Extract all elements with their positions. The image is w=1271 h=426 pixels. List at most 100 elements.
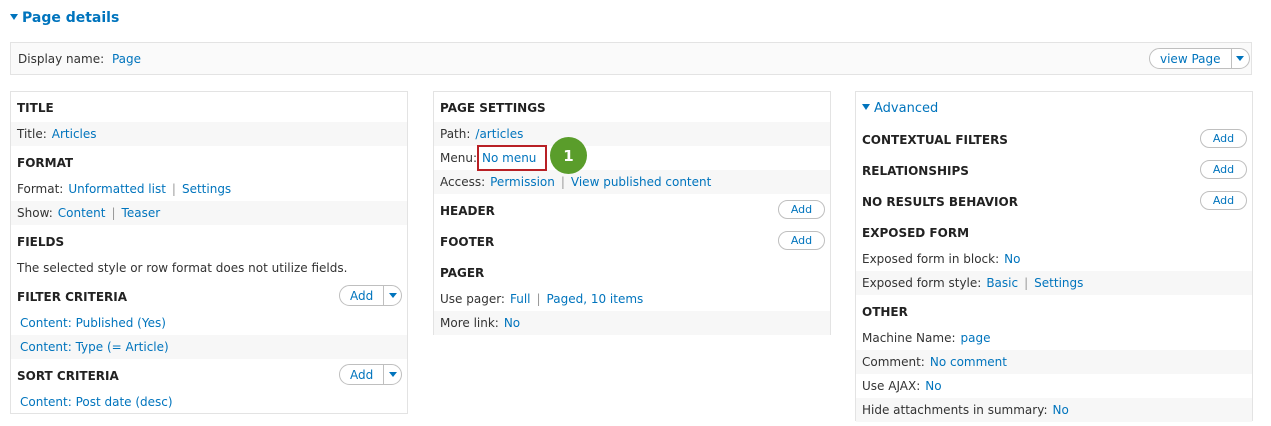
menu-highlight-box	[477, 145, 547, 171]
use-ajax-link[interactable]: No	[925, 379, 941, 393]
access-label: Access:	[440, 175, 486, 189]
pager-section-heading: PAGER	[434, 261, 830, 285]
column-advanced: Advanced CONTEXTUAL FILTERS Add RELATION…	[855, 91, 1253, 422]
comment-row: Comment: No comment	[856, 350, 1252, 374]
filter-add-button[interactable]: Add	[340, 286, 383, 305]
filter-item-row: Content: Type (= Article)	[11, 335, 407, 359]
filter-heading: FILTER CRITERIA	[17, 290, 128, 304]
separator: |	[536, 292, 541, 306]
header-section-heading: HEADER	[434, 199, 830, 223]
exposed-heading: EXPOSED FORM	[862, 226, 970, 240]
exposed-style-link[interactable]: Basic	[986, 276, 1018, 290]
separator: |	[111, 206, 116, 220]
no-results-add-button[interactable]: Add	[1200, 191, 1247, 210]
column-main: TITLE Title: Articles FORMAT Format: Unf…	[10, 91, 408, 414]
path-link[interactable]: /articles	[475, 127, 523, 141]
machine-name-label: Machine Name:	[862, 331, 956, 345]
use-pager-row: Use pager: Full | Paged, 10 items	[434, 287, 830, 311]
exposed-style-settings-link[interactable]: Settings	[1034, 276, 1083, 290]
no-results-heading: NO RESULTS BEHAVIOR	[862, 195, 1018, 209]
access-row: Access: Permission | View published cont…	[434, 170, 830, 194]
contextual-section-heading: CONTEXTUAL FILTERS	[856, 128, 1252, 152]
chevron-down-icon	[1236, 56, 1244, 61]
display-name-bar: Display name: Page view Page	[10, 42, 1252, 75]
use-pager-detail-link[interactable]: Paged, 10 items	[547, 292, 644, 306]
fields-note-row: The selected style or row format does no…	[11, 256, 407, 280]
more-link-link[interactable]: No	[504, 316, 520, 330]
comment-link[interactable]: No comment	[930, 355, 1007, 369]
title-row: Title: Articles	[11, 122, 407, 146]
sort-item-link[interactable]: Content: Post date (desc)	[20, 395, 173, 409]
separator: |	[560, 175, 565, 189]
format-section-heading: FORMAT	[11, 151, 407, 175]
relationships-heading: RELATIONSHIPS	[862, 164, 969, 178]
display-name-link[interactable]: Page	[112, 52, 141, 66]
page-settings-section-heading: PAGE SETTINGS	[434, 96, 830, 120]
use-ajax-label: Use AJAX:	[862, 379, 921, 393]
menu-label: Menu:	[440, 151, 477, 165]
separator: |	[1024, 276, 1029, 290]
use-pager-link[interactable]: Full	[510, 292, 531, 306]
path-row: Path: /articles	[434, 122, 830, 146]
filter-item-row: Content: Published (Yes)	[11, 311, 407, 335]
comment-label: Comment:	[862, 355, 925, 369]
show-label: Show:	[17, 206, 53, 220]
hide-attachments-link[interactable]: No	[1053, 403, 1069, 417]
view-page-button-group: view Page	[1149, 48, 1250, 69]
title-label: Title:	[17, 127, 47, 141]
format-settings-link[interactable]: Settings	[182, 182, 231, 196]
filter-add-button-group: Add	[339, 285, 403, 306]
contextual-heading: CONTEXTUAL FILTERS	[862, 133, 1008, 147]
fields-heading: FIELDS	[17, 235, 65, 249]
show-link[interactable]: Content	[58, 206, 106, 220]
header-add-button[interactable]: Add	[778, 200, 825, 219]
page-details-title: Page details	[22, 10, 120, 26]
hide-attachments-row: Hide attachments in summary: No	[856, 398, 1252, 422]
use-ajax-row: Use AJAX: No	[856, 374, 1252, 398]
chevron-down-icon	[388, 293, 397, 298]
exposed-block-link[interactable]: No	[1004, 252, 1020, 266]
format-link[interactable]: Unformatted list	[68, 182, 166, 196]
view-page-dropdown-button[interactable]	[1230, 49, 1249, 68]
access-link[interactable]: Permission	[490, 175, 555, 189]
filter-item-link[interactable]: Content: Published (Yes)	[20, 316, 166, 330]
view-page-button[interactable]: view Page	[1150, 49, 1231, 68]
exposed-section-heading: EXPOSED FORM	[856, 221, 1252, 245]
path-label: Path:	[440, 127, 471, 141]
page-settings-heading: PAGE SETTINGS	[440, 101, 546, 115]
filter-add-dropdown-button[interactable]	[383, 286, 401, 305]
sort-heading: SORT CRITERIA	[17, 369, 119, 383]
advanced-label[interactable]: Advanced	[874, 101, 938, 116]
sort-item-row: Content: Post date (desc)	[11, 390, 407, 414]
exposed-style-row: Exposed form style: Basic | Settings	[856, 271, 1252, 295]
filter-item-link[interactable]: Content: Type (= Article)	[20, 340, 169, 354]
access-permission-link[interactable]: View published content	[571, 175, 711, 189]
relationships-section-heading: RELATIONSHIPS	[856, 159, 1252, 183]
format-heading: FORMAT	[17, 156, 74, 170]
more-link-label: More link:	[440, 316, 499, 330]
format-row: Format: Unformatted list | Settings	[11, 177, 407, 201]
separator: |	[171, 182, 176, 196]
sort-add-dropdown-button[interactable]	[383, 365, 401, 384]
format-label: Format:	[17, 182, 64, 196]
relationships-add-button[interactable]: Add	[1200, 160, 1247, 179]
fields-section-heading: FIELDS	[11, 230, 407, 254]
display-name: Display name: Page	[18, 52, 141, 66]
sort-add-button-group: Add	[339, 364, 403, 385]
fields-note: The selected style or row format does no…	[17, 261, 348, 275]
collapse-triangle-icon	[862, 104, 870, 110]
page-details-toggle[interactable]: Page details	[10, 10, 119, 26]
exposed-block-label: Exposed form in block:	[862, 252, 1000, 266]
show-mode-link[interactable]: Teaser	[122, 206, 161, 220]
exposed-style-label: Exposed form style:	[862, 276, 982, 290]
advanced-toggle[interactable]: Advanced	[856, 96, 1252, 120]
display-name-label: Display name:	[18, 52, 105, 66]
footer-section-heading: FOOTER	[434, 230, 830, 254]
machine-name-link[interactable]: page	[961, 331, 991, 345]
footer-add-button[interactable]: Add	[778, 231, 825, 250]
pager-heading: PAGER	[440, 266, 485, 280]
title-section-heading: TITLE	[11, 96, 407, 120]
title-link[interactable]: Articles	[52, 127, 97, 141]
sort-add-button[interactable]: Add	[340, 365, 383, 384]
contextual-add-button[interactable]: Add	[1200, 129, 1247, 148]
